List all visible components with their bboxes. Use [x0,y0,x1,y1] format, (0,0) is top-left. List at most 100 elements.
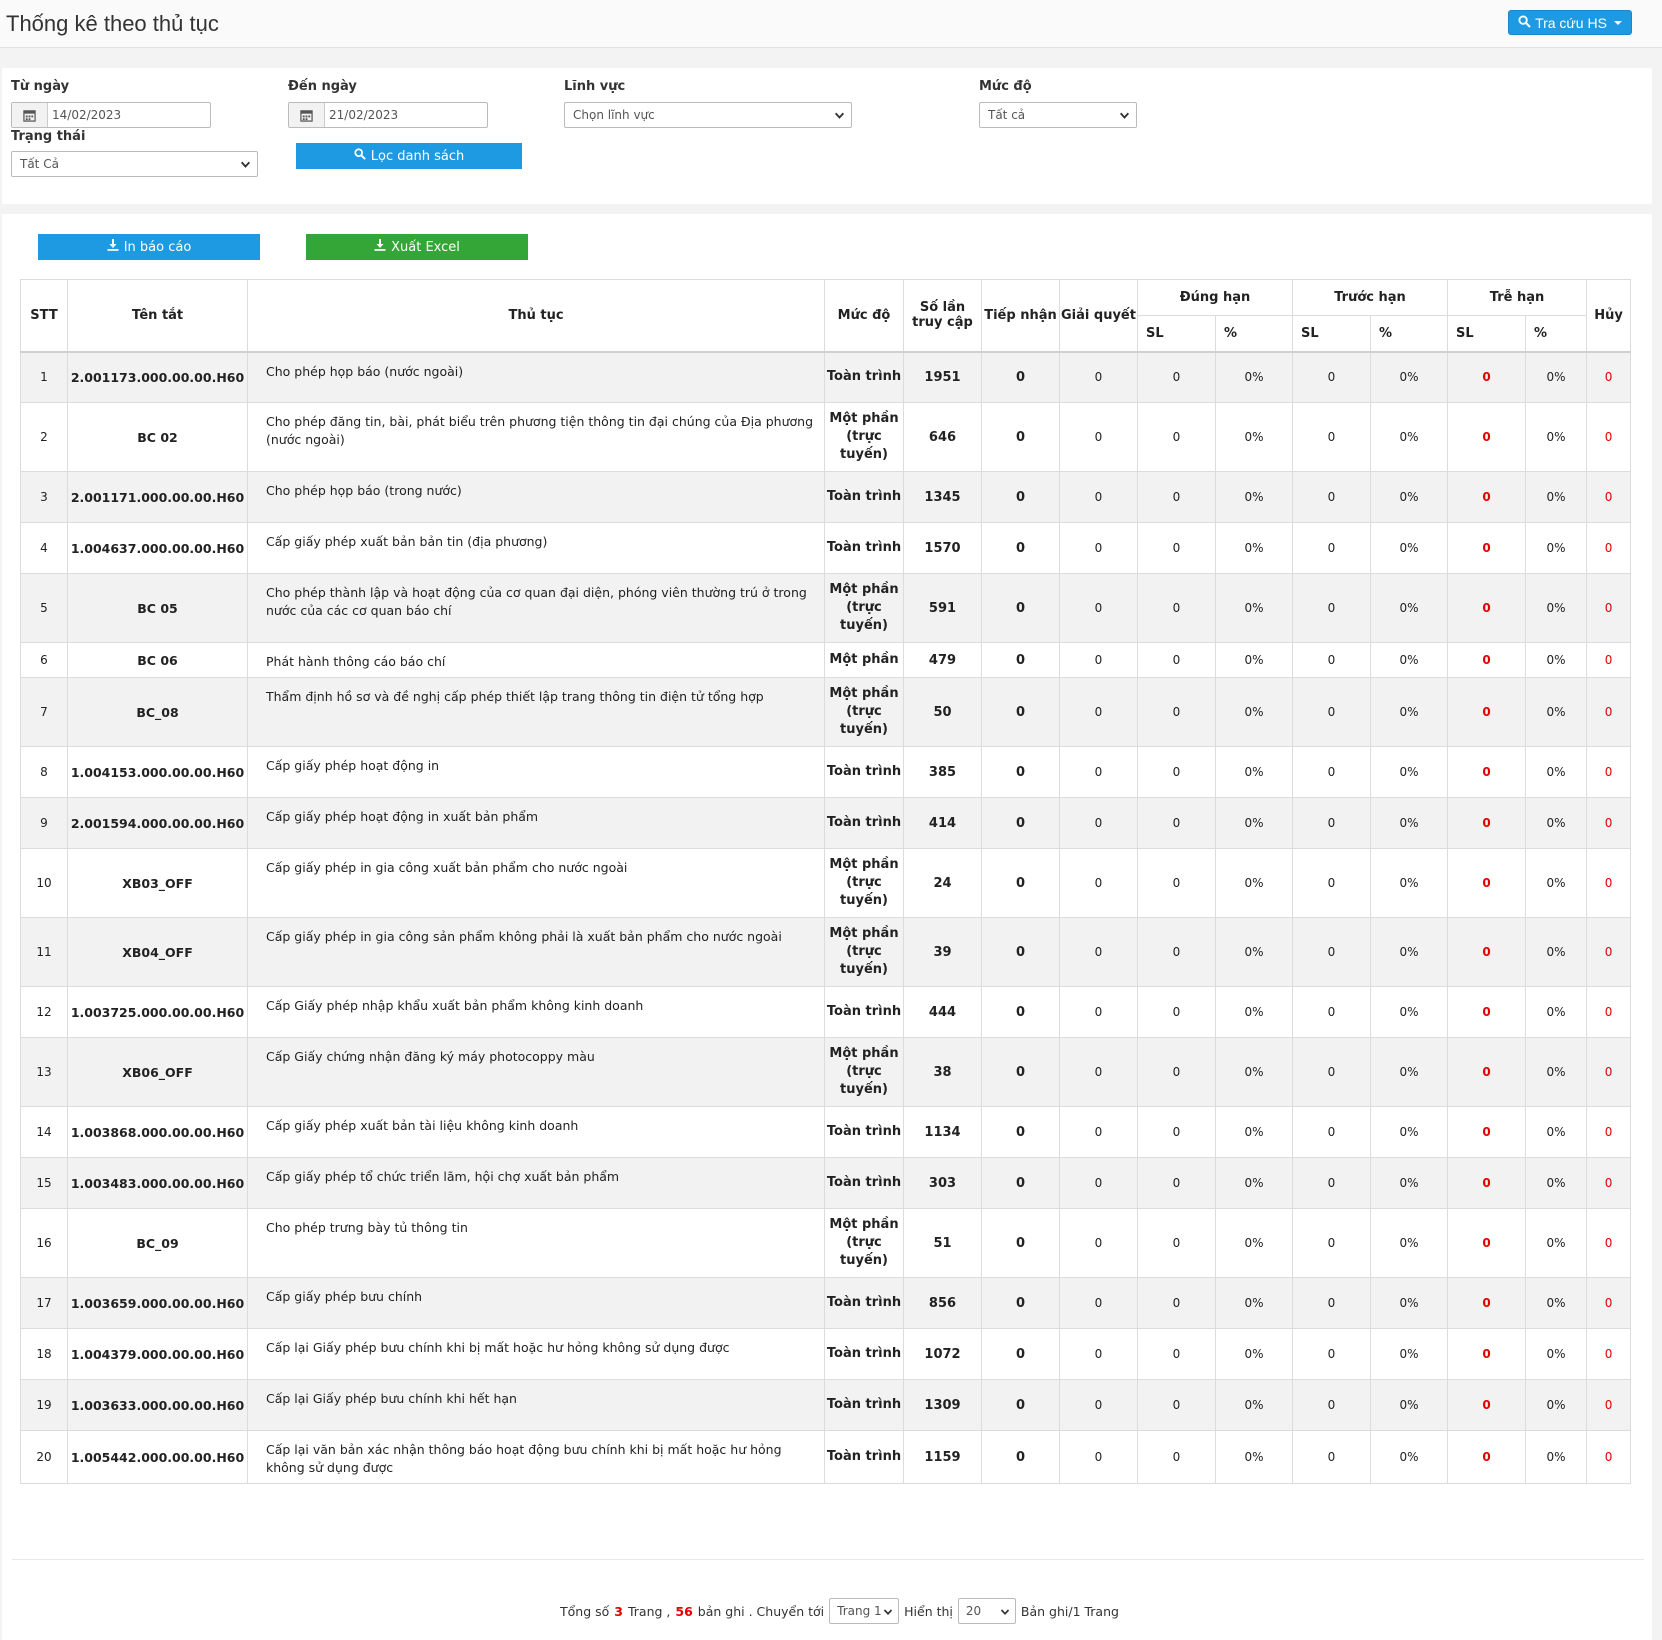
row-received: 0 [981,797,1060,849]
row-resolved: 0 [1059,1106,1138,1158]
export-excel-button[interactable]: Xuất Excel [306,234,528,260]
row-resolved: 0 [1059,402,1138,472]
row-procedure: Cho phép thành lập và hoạt động của cơ q… [247,573,825,643]
pager-pages-word: Trang , [627,1603,671,1619]
row-resolved: 0 [1059,1430,1138,1484]
row-resolved: 0 [1059,1277,1138,1329]
print-report-button[interactable]: In báo cáo [38,234,260,260]
calendar-icon [12,103,48,127]
row-early-sl: 0 [1292,1106,1371,1158]
row-early-sl: 0 [1292,848,1371,918]
table-row: 17 1.003659.000.00.00.H60 Cấp giấy phép bư… [20,1277,1632,1329]
row-procedure: Cấp Giấy phép nhập khẩu xuất bản phẩm kh… [247,986,825,1038]
row-stt: 12 [20,986,68,1038]
row-stt: 15 [20,1157,68,1209]
row-cancel: 0 [1586,1157,1632,1209]
to-date-input[interactable]: 21/02/2023 [288,102,488,128]
row-ontime-pct: 0% [1215,1328,1293,1380]
pager-total-pages: 3 [614,1603,623,1619]
row-level: Một phần (trực tuyến) [824,677,904,747]
row-ontime-sl: 0 [1137,797,1216,849]
row-late-sl: 0 [1447,848,1526,918]
row-late-pct: 0% [1524,1037,1588,1107]
row-stt: 19 [20,1379,68,1431]
filter-panel [2,68,1652,204]
row-late-sl: 0 [1447,917,1526,987]
row-received: 0 [981,986,1060,1038]
row-code: 2.001171.000.00.00.H60 [67,471,248,523]
row-ontime-sl: 0 [1137,1106,1216,1158]
field-select[interactable]: Chọn lĩnh vực [564,102,852,128]
header-early: Trước hạn [1292,279,1448,316]
row-early-pct: 0% [1370,522,1448,574]
row-resolved: 0 [1059,351,1138,403]
row-early-pct: 0% [1370,1208,1448,1278]
row-ontime-pct: 0% [1215,746,1293,798]
row-code: BC_09 [67,1208,248,1278]
level-select[interactable]: Tất cả [979,102,1137,128]
page-title: Thống kê theo thủ tục [6,11,219,36]
row-code: 1.004153.000.00.00.H60 [67,746,248,798]
row-access: 444 [903,986,982,1038]
header-early-sl: SL [1292,315,1371,352]
row-code: XB06_OFF [67,1037,248,1107]
row-cancel: 0 [1586,1430,1632,1484]
status-select[interactable]: Tất Cả [11,151,258,177]
row-resolved: 0 [1059,986,1138,1038]
row-late-pct: 0% [1524,986,1588,1038]
print-report-label: In báo cáo [123,239,192,255]
row-resolved: 0 [1059,848,1138,918]
row-late-pct: 0% [1524,522,1588,574]
row-early-pct: 0% [1370,1379,1448,1431]
row-access: 24 [903,848,982,918]
pager-records-word: bản ghi . Chuyển tới [697,1603,825,1619]
row-procedure: Cho phép họp báo (nước ngoài) [247,351,825,403]
row-early-pct: 0% [1370,746,1448,798]
row-resolved: 0 [1059,1379,1138,1431]
row-level: Toàn trình [824,1106,904,1158]
row-procedure: Cấp giấy phép in gia công xuất bản phẩm … [247,848,825,918]
row-received: 0 [981,522,1060,574]
table-row: 4 1.004637.000.00.00.H60 Cấp giấy phép xuấ… [20,522,1632,574]
row-resolved: 0 [1059,1157,1138,1209]
row-late-pct: 0% [1524,1277,1588,1329]
row-ontime-pct: 0% [1215,471,1293,523]
row-ontime-sl: 0 [1137,1157,1216,1209]
download-icon [107,239,119,255]
row-access: 1570 [903,522,982,574]
row-received: 0 [981,848,1060,918]
row-procedure: Cấp giấy phép in gia công sản phẩm không… [247,917,825,987]
from-date-input[interactable]: 14/02/2023 [11,102,211,128]
row-procedure: Cấp lại Giấy phép bưu chính khi bị mất h… [247,1328,825,1380]
row-cancel: 0 [1586,471,1632,523]
row-code: BC 02 [67,402,248,472]
header-received: Tiếp nhận [981,279,1060,352]
row-cancel: 0 [1586,1328,1632,1380]
table-row: 15 1.003483.000.00.00.H60 Cấp giấy phép tổ… [20,1157,1632,1209]
header-procedure: Thủ tục [247,279,825,352]
row-access: 591 [903,573,982,643]
filter-list-button[interactable]: Lọc danh sách [296,143,522,169]
row-early-pct: 0% [1370,573,1448,643]
row-early-sl: 0 [1292,746,1371,798]
lookup-records-button[interactable]: Tra cứu HS [1508,10,1632,35]
header-ontime: Đúng hạn [1137,279,1293,316]
row-access: 303 [903,1157,982,1209]
to-date-value: 21/02/2023 [329,108,399,122]
row-stt: 17 [20,1277,68,1329]
per-page-select[interactable]: 20 [957,1598,1016,1624]
row-level: Toàn trình [824,1157,904,1209]
row-ontime-sl: 0 [1137,1430,1216,1484]
row-code: XB03_OFF [67,848,248,918]
row-early-sl: 0 [1292,1157,1371,1209]
row-access: 1159 [903,1430,982,1484]
level-select-value: Tất cả [988,108,1026,122]
row-cancel: 0 [1586,1277,1632,1329]
row-received: 0 [981,1379,1060,1431]
page-select[interactable]: Trang 1 [829,1598,900,1624]
row-late-pct: 0% [1524,471,1588,523]
chevron-down-icon [883,1606,893,1620]
lookup-label: Tra cứu HS [1535,14,1607,31]
row-code: 1.004637.000.00.00.H60 [67,522,248,574]
row-stt: 7 [20,677,68,747]
